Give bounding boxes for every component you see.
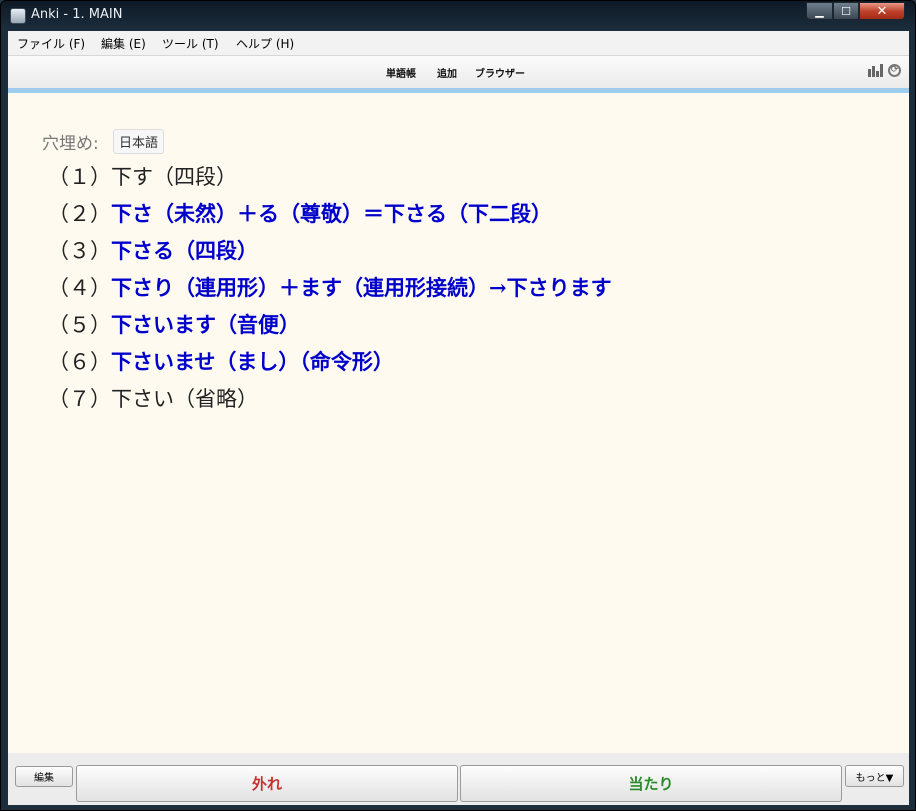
line-number: （７） — [48, 387, 111, 411]
menu-bar: ファイル (F) 編集 (E) ツール (T) ヘルプ (H) — [8, 31, 909, 56]
main-toolbar: 単語帳 追加 ブラウザー ⟳ — [8, 56, 909, 88]
anki-app-icon — [10, 8, 26, 24]
cloze-line: （７）下さい（省略） — [48, 383, 258, 413]
cloze-line: （４）下さり（連用形）＋ます（連用形接続）→下さります — [48, 272, 612, 302]
cloze-answer-text: 下さいませ（まし）（命令形） — [111, 349, 394, 374]
toolbar-add-link[interactable]: 追加 — [437, 65, 457, 80]
cloze-label: 穴埋め: — [42, 134, 99, 154]
edit-button[interactable]: 編集 — [15, 766, 73, 787]
cloze-answer-text: 下さいます（音便） — [111, 312, 300, 337]
line-number: （２） — [48, 202, 111, 226]
deck-tag: 日本語 — [113, 129, 165, 154]
toolbar-browse-link[interactable]: ブラウザー — [475, 65, 525, 80]
card-view: 穴埋め: 日本語 （１）下す（四段） （２）下さ（未然）＋る（尊敬）＝下さる（下二… — [8, 93, 909, 753]
cloze-answer-text: 下さり（連用形）＋ます（連用形接続）→下さります — [111, 275, 612, 300]
line-number: （４） — [48, 276, 111, 300]
answer-bar: 編集 外れ 当たり もっと▼ — [8, 753, 909, 805]
title-bar: Anki - 1. MAIN ▁ ☐ ✕ — [1, 1, 915, 31]
cloze-line: （５）下さいます（音便） — [48, 309, 300, 339]
cloze-line: （３）下さる（四段） — [48, 235, 258, 265]
line-text: 下さい（省略） — [111, 387, 258, 411]
line-number: （６） — [48, 350, 111, 374]
good-button[interactable]: 当たり — [460, 765, 842, 802]
line-number: （３） — [48, 239, 111, 263]
window-title: Anki - 1. MAIN — [31, 7, 123, 22]
sync-icon[interactable]: ⟳ — [888, 63, 901, 77]
menu-help[interactable]: ヘルプ (H) — [236, 35, 294, 52]
line-number: （１） — [48, 165, 111, 189]
close-button[interactable]: ✕ — [859, 2, 905, 20]
stats-icon[interactable] — [868, 63, 883, 77]
again-button[interactable]: 外れ — [76, 765, 458, 802]
cloze-line: （６）下さいませ（まし）（命令形） — [48, 346, 394, 376]
cloze-line: （２）下さ（未然）＋る（尊敬）＝下さる（下二段） — [48, 198, 552, 228]
menu-edit[interactable]: 編集 (E) — [101, 35, 146, 52]
toolbar-decks-link[interactable]: 単語帳 — [386, 65, 416, 80]
cloze-line: （１）下す（四段） — [48, 161, 237, 191]
maximize-button[interactable]: ☐ — [833, 2, 859, 20]
menu-file[interactable]: ファイル (F) — [17, 35, 85, 52]
line-text: 下す（四段） — [111, 165, 237, 189]
minimize-button[interactable]: ▁ — [806, 2, 833, 20]
cloze-answer-text: 下さ（未然）＋る（尊敬）＝下さる（下二段） — [111, 201, 552, 226]
line-number: （５） — [48, 313, 111, 337]
more-button[interactable]: もっと▼ — [845, 765, 904, 787]
menu-tools[interactable]: ツール (T) — [162, 35, 219, 52]
cloze-answer-text: 下さる（四段） — [111, 238, 258, 263]
anki-window: Anki - 1. MAIN ▁ ☐ ✕ ファイル (F) 編集 (E) ツール… — [0, 0, 916, 811]
